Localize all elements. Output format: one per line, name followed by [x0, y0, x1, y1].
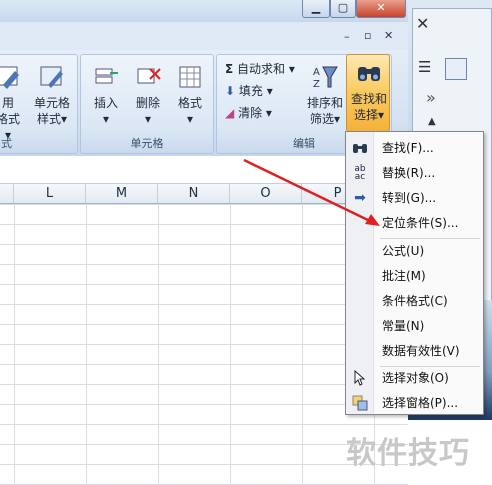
fill-button[interactable]: ⬇ 填充 ▾: [225, 81, 273, 101]
menu-item-constants[interactable]: 常量(N): [346, 314, 483, 339]
title-bar: ▁ ▢ ✕: [0, 0, 408, 22]
minimize-button[interactable]: ▁: [302, 0, 330, 18]
clear-label: 清除: [238, 106, 263, 120]
find-select-menu: 查找(F)... ab ac 替换(R)... ➡ 转到(G)... 定位条件(S…: [345, 131, 484, 415]
maximize-button[interactable]: ▢: [330, 0, 356, 18]
menu-item-label: 常量(N): [382, 319, 425, 333]
close-button[interactable]: ✕: [356, 0, 406, 18]
find-select-label-top: 查找和: [350, 92, 387, 106]
binoculars-icon: [358, 67, 380, 81]
menu-item-label: 选择对象(O): [382, 371, 449, 385]
format-cells-icon: [179, 66, 201, 88]
cell-styles-label-top: 单元格: [33, 96, 70, 110]
menu-item-label: 公式(U): [382, 244, 425, 258]
menu-item-find[interactable]: 查找(F)...: [346, 136, 483, 161]
menu-item-label: 转到(G)...: [382, 191, 437, 205]
menu-item-replace[interactable]: ab ac 替换(R)...: [346, 161, 483, 186]
menu-item-label: 条件格式(C): [382, 294, 448, 308]
column-header-partial[interactable]: [0, 184, 14, 204]
menu-item-conditional-formatting[interactable]: 条件格式(C): [346, 289, 483, 314]
background-close-icon[interactable]: ✕: [416, 14, 429, 33]
clear-button[interactable]: ◢ 清除 ▾: [225, 103, 272, 123]
ribbon-minimize-icon[interactable]: –: [344, 30, 350, 43]
scroll-up-icon[interactable]: ▲: [428, 116, 436, 127]
menu-item-formulas[interactable]: 公式(U): [346, 239, 483, 264]
menu-item-select-objects[interactable]: 选择对象(O): [346, 366, 483, 391]
menu-item-label: 替换(R)...: [382, 166, 436, 180]
partial-label-bottom: 格式: [0, 112, 20, 126]
selection-pane-icon: [352, 395, 368, 411]
delete-label: 删除: [135, 96, 160, 110]
menu-item-data-validation[interactable]: 数据有效性(V): [346, 339, 483, 364]
sort-filter-label-bottom: 筛选: [309, 112, 334, 126]
menu-item-label: 选择窗格(P)...: [382, 396, 459, 410]
menu-item-selection-pane[interactable]: 选择窗格(P)...: [346, 391, 483, 416]
partial-label-top: 用: [1, 96, 14, 110]
autosum-label: 自动求和: [237, 62, 286, 76]
column-header[interactable]: N: [158, 184, 230, 204]
select-objects-icon: [352, 369, 368, 386]
sort-filter-button[interactable]: AZ 排序和 筛选▾: [305, 63, 345, 127]
replace-icon: ab ac: [354, 164, 366, 182]
autosum-button[interactable]: Σ 自动求和 ▾: [225, 59, 295, 79]
insert-button[interactable]: 插入 ▾: [85, 63, 127, 127]
insert-label: 插入: [93, 96, 118, 110]
background-square-button[interactable]: [445, 58, 467, 80]
find-select-button[interactable]: 查找和 选择▾: [346, 54, 390, 132]
sigma-icon: Σ: [225, 62, 234, 76]
goto-arrow-icon: ➡: [354, 190, 366, 206]
menu-item-label: 定位条件(S)...: [382, 216, 459, 230]
styles-group-label: 式: [1, 137, 12, 150]
menu-item-label: 查找(F)...: [382, 141, 434, 155]
svg-text:A: A: [313, 67, 320, 78]
eraser-icon: ◢: [225, 106, 235, 120]
svg-text:Z: Z: [313, 79, 320, 90]
format-button[interactable]: 格式 ▾: [169, 63, 211, 127]
fill-label: 填充: [238, 84, 263, 98]
cells-group: 插入 ▾ 删除 ▾ 格式 ▾ 单元格: [80, 54, 214, 154]
delete-cells-icon: [137, 68, 161, 84]
sort-filter-icon: AZ: [313, 66, 338, 90]
cell-styles-button[interactable]: 单元格 样式▾: [27, 63, 77, 127]
table-style-icon: [0, 66, 19, 89]
hamburger-icon[interactable]: ☰: [418, 58, 440, 76]
column-header[interactable]: L: [14, 184, 86, 204]
delete-button[interactable]: 删除 ▾: [127, 63, 169, 127]
cells-group-label: 单元格: [130, 137, 164, 150]
ribbon-restore-icon[interactable]: ▫: [364, 29, 371, 42]
column-header[interactable]: M: [86, 184, 158, 204]
menu-item-label: 批注(M): [382, 269, 426, 283]
insert-cells-icon: [95, 68, 118, 84]
watermark-text: 软件技巧: [346, 436, 470, 471]
sort-filter-label-top: 排序和: [306, 96, 343, 110]
format-label: 格式: [177, 96, 202, 110]
menu-item-goto-special[interactable]: 定位条件(S)...: [346, 211, 483, 236]
column-header[interactable]: O: [230, 184, 302, 204]
menu-item-goto[interactable]: ➡ 转到(G)...: [346, 186, 483, 211]
find-select-label-bottom: 选择: [353, 108, 378, 122]
styles-group: 用 格式▾ 单元格 样式▾ 式: [0, 54, 78, 154]
cell-styles-label-bottom: 样式: [36, 112, 61, 126]
chevron-right-icon[interactable]: »: [426, 88, 436, 107]
cell-styles-icon: [40, 66, 63, 88]
menu-item-comments[interactable]: 批注(M): [346, 264, 483, 289]
conditional-format-button[interactable]: 用 格式▾: [0, 63, 21, 143]
binoculars-icon: [352, 140, 368, 156]
fill-down-icon: ⬇: [225, 84, 236, 98]
ribbon-close-icon[interactable]: ✕: [384, 29, 393, 42]
menu-item-label: 数据有效性(V): [382, 344, 460, 358]
